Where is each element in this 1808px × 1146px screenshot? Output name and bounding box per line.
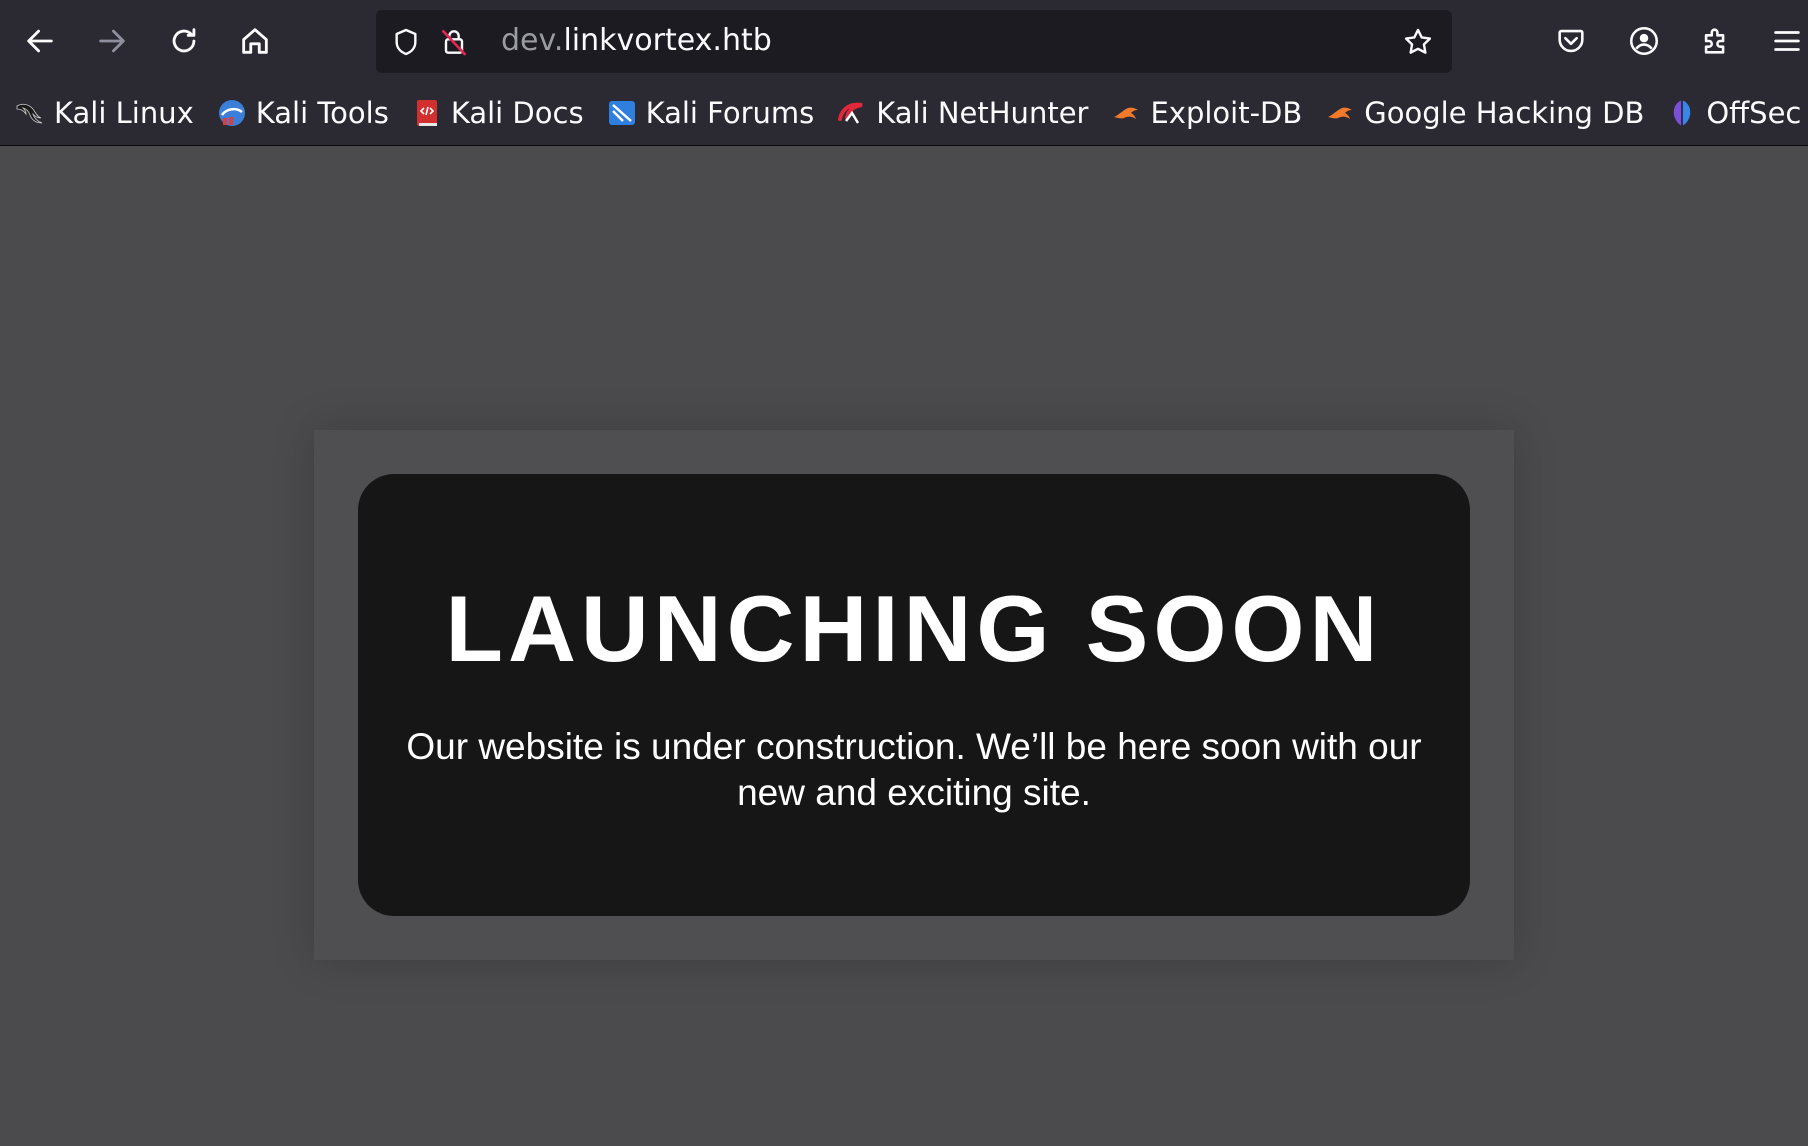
puzzle-icon [1704, 28, 1725, 54]
bookmark-google-hacking-db[interactable]: Google Hacking DB [1324, 96, 1644, 130]
exploit-db-icon [1110, 97, 1142, 129]
insecure-lock-icon[interactable] [436, 24, 472, 60]
bookmark-label: Kali Linux [54, 96, 194, 130]
bookmark-star-icon[interactable] [1400, 24, 1436, 60]
kali-nethunter-icon [836, 97, 868, 129]
offsec-icon [1666, 97, 1698, 129]
pocket-button[interactable] [1548, 18, 1594, 64]
bookmarks-toolbar: Kali Linux Kali Tools Kali Docs Kali For… [0, 88, 1808, 138]
bookmark-label: Kali NetHunter [876, 96, 1089, 130]
kali-tools-icon [216, 97, 248, 129]
bookmark-kali-docs[interactable]: Kali Docs [411, 96, 584, 130]
url-bar[interactable]: dev.linkvortex.htb [376, 10, 1452, 73]
bookmark-label: Google Hacking DB [1364, 96, 1645, 130]
browser-toolbar: dev.linkvortex.htb Kali Linux Kali Tools [0, 0, 1808, 146]
shield-icon[interactable] [388, 24, 424, 60]
page-headline: LAUNCHING SOON [445, 576, 1383, 681]
construction-message: Our website is under construction. We’ll… [406, 726, 1422, 813]
bookmark-kali-tools[interactable]: Kali Tools [216, 96, 389, 130]
reload-icon [172, 28, 196, 53]
url-text[interactable]: dev.linkvortex.htb [501, 26, 772, 56]
forward-arrow-icon [99, 29, 125, 53]
kali-forums-icon [606, 97, 638, 129]
bookmark-label: Kali Tools [255, 96, 389, 130]
account-icon [1629, 26, 1659, 56]
kali-dragon-icon [14, 97, 46, 129]
kali-docs-icon [411, 97, 443, 129]
bookmark-label: OffSec [1706, 96, 1802, 130]
bookmark-exploit-db[interactable]: Exploit-DB [1110, 96, 1302, 130]
home-button[interactable] [232, 18, 278, 64]
hamburger-menu-icon [1774, 31, 1800, 51]
bookmark-label: Kali Docs [450, 96, 584, 130]
pocket-icon [1558, 29, 1584, 53]
content-frame: LAUNCHING SOON Our website is under cons… [314, 430, 1514, 960]
account-button[interactable] [1621, 18, 1667, 64]
reload-button[interactable] [161, 18, 207, 64]
ghdb-icon [1324, 97, 1356, 129]
back-button[interactable] [17, 18, 63, 64]
launch-card: LAUNCHING SOON Our website is under cons… [358, 474, 1470, 916]
bookmark-offsec[interactable]: OffSec [1666, 96, 1801, 130]
url-domain: linkvortex.htb [563, 23, 772, 58]
extensions-button[interactable] [1693, 18, 1739, 64]
bookmark-label: Kali Forums [645, 96, 815, 130]
url-subdomain: dev. [501, 23, 564, 58]
home-icon [242, 28, 268, 54]
bookmark-kali-nethunter[interactable]: Kali NetHunter [836, 96, 1088, 130]
bookmark-kali-linux[interactable]: Kali Linux [14, 96, 194, 130]
menu-button[interactable] [1764, 18, 1808, 64]
bookmark-kali-forums[interactable]: Kali Forums [606, 96, 815, 130]
back-arrow-icon [27, 29, 53, 53]
forward-button[interactable] [89, 18, 135, 64]
bookmark-label: Exploit-DB [1150, 96, 1303, 130]
